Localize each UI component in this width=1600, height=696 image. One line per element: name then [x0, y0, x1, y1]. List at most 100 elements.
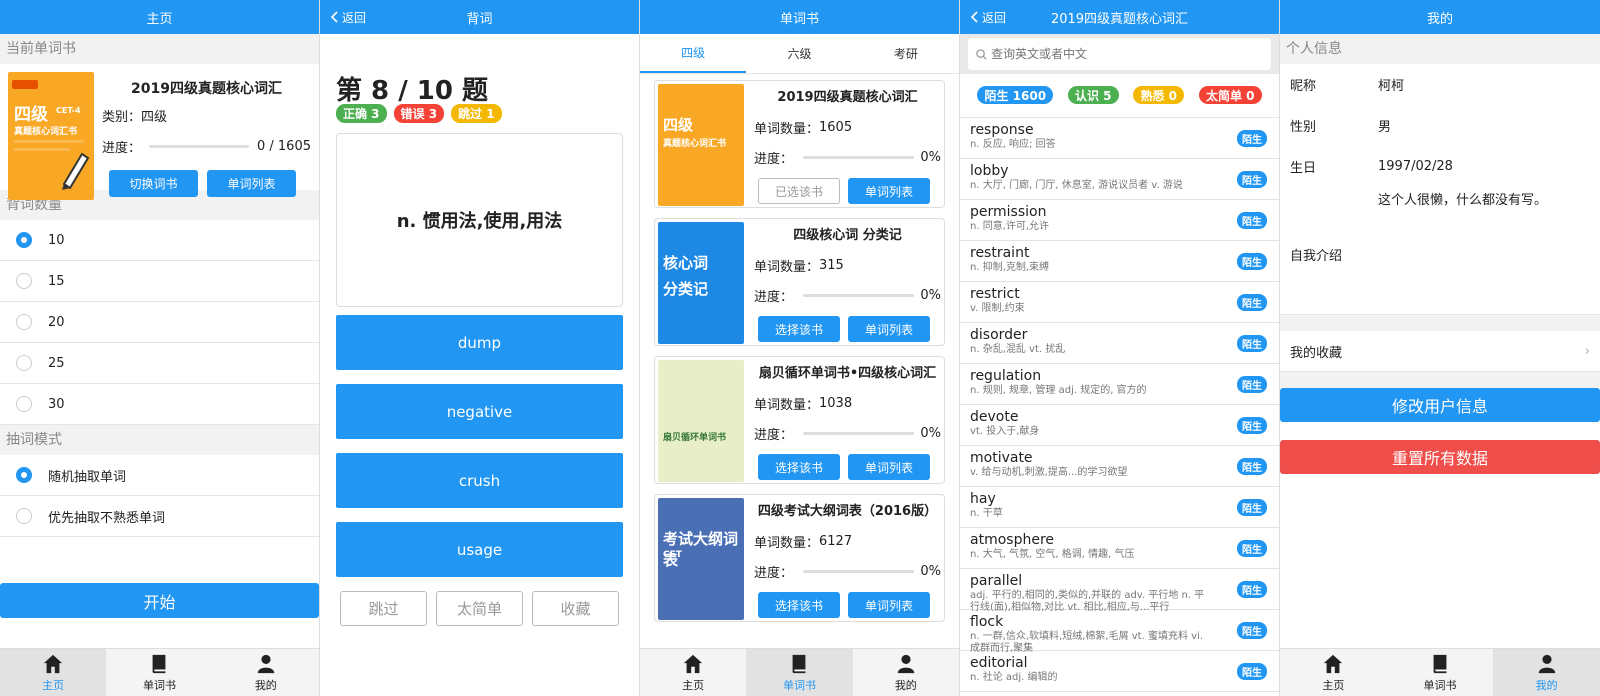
book-tab[interactable]: 考研 — [853, 34, 959, 73]
book-title: 2019四级真题核心词汇 — [777, 90, 918, 105]
stat-badge[interactable]: 认识 5 — [1068, 86, 1119, 104]
stat-badge[interactable]: 陌生 1600 — [977, 86, 1054, 104]
too-easy-button[interactable]: 太简单 — [436, 591, 523, 626]
status-badge: 陌生 — [1237, 253, 1267, 270]
gender-value[interactable]: 男 — [1378, 116, 1391, 135]
count-option[interactable]: 15 — [0, 261, 319, 302]
word-list-button[interactable]: 单词列表 — [848, 592, 930, 618]
word-meaning: vt. 投入于,献身 — [970, 426, 1040, 437]
word-text: devote — [970, 409, 1019, 425]
book-actions: 选择该书 单词列表 — [754, 454, 941, 480]
start-button[interactable]: 开始 — [0, 583, 319, 618]
count-option[interactable]: 30 — [0, 384, 319, 425]
book-actions: 选择该书 单词列表 — [754, 316, 941, 342]
word-list-button[interactable]: 单词列表 — [848, 178, 930, 204]
tab-books[interactable]: 单词书 — [106, 649, 212, 696]
answer-option[interactable]: dump — [336, 315, 623, 370]
tab-home[interactable]: 主页 — [0, 649, 107, 696]
birthday-value[interactable]: 1997/02/28 — [1378, 159, 1453, 174]
tab-mine[interactable]: 我的 — [1493, 649, 1600, 696]
word-list-button[interactable]: 单词列表 — [848, 454, 930, 480]
word-meaning: n. 大厅, 门廊, 门厅, 休息室, 游说议员者 v. 游说 — [970, 180, 1183, 191]
cover-subtitle: CET — [663, 550, 682, 560]
word-row[interactable]: disorder n. 杂乱,混乱 vt. 扰乱 陌生 — [960, 323, 1279, 364]
tab-mine[interactable]: 我的 — [213, 649, 319, 696]
mode-option[interactable]: 随机抽取单词 — [0, 455, 319, 496]
progress-label: 进度： — [102, 141, 142, 156]
word-row[interactable]: restrict v. 限制,约束 陌生 — [960, 282, 1279, 323]
count-label: 25 — [48, 355, 65, 371]
select-book-button[interactable]: 选择该书 — [758, 592, 840, 618]
word-row[interactable]: devote vt. 投入于,献身 陌生 — [960, 405, 1279, 446]
book-progress: 进度： 0% — [754, 418, 941, 448]
book-card: 四级 真题核心词汇书 2019四级真题核心词汇 单词数量： 1605 进度： 0% 已选该书单… — [654, 80, 945, 208]
count-label: 10 — [48, 232, 65, 248]
tab-books[interactable]: 单词书 — [1387, 649, 1494, 696]
word-row[interactable]: parallel adj. 平行的,相同的,类似的,并联的 adv. 平行地 n.… — [960, 569, 1279, 613]
word-list-button[interactable]: 单词列表 — [848, 316, 930, 342]
stat-badge[interactable]: 太简单 0 — [1198, 86, 1262, 104]
count-option[interactable]: 25 — [0, 343, 319, 384]
tab-mine[interactable]: 我的 — [853, 649, 959, 696]
book-tab[interactable]: 四级 — [640, 34, 747, 73]
nickname-label: 昵称 — [1290, 79, 1317, 94]
books-header: 单词书 — [640, 0, 959, 34]
word-meaning: n. 规则, 规章, 管理 adj. 规定的, 官方的 — [970, 385, 1147, 396]
word-row[interactable]: lobby n. 大厅, 门廊, 门厅, 休息室, 游说议员者 v. 游说 陌生 — [960, 159, 1279, 200]
book-tab[interactable]: 六级 — [746, 34, 852, 73]
word-text: permission — [970, 204, 1047, 220]
progress-value: 0% — [920, 149, 941, 165]
tab-home[interactable]: 主页 — [640, 649, 746, 696]
book-actions: 选择该书 单词列表 — [754, 592, 941, 618]
profile-section: 个人信息 — [1280, 34, 1600, 64]
word-list-button[interactable]: 单词列表 — [207, 170, 296, 197]
answer-option[interactable]: negative — [336, 384, 623, 439]
radio-icon — [16, 508, 32, 524]
word-count-label: 单词数量： — [754, 259, 820, 275]
edit-user-button[interactable]: 修改用户信息 — [1280, 388, 1600, 422]
tab-home[interactable]: 主页 — [1280, 649, 1387, 696]
nickname-value[interactable]: 柯柯 — [1378, 75, 1404, 94]
quiz-header: 返回 背词 — [320, 0, 639, 34]
word-text: disorder — [970, 327, 1028, 343]
stat-badge[interactable]: 熟悉 0 — [1133, 86, 1185, 104]
favorites-row[interactable]: 我的收藏 › — [1280, 331, 1600, 372]
favorite-button[interactable]: 收藏 — [532, 591, 619, 626]
reset-data-button[interactable]: 重置所有数据 — [1280, 440, 1600, 474]
search-input[interactable] — [991, 47, 1241, 61]
back-button[interactable]: 返回 — [970, 0, 1006, 34]
home-title: 主页 — [146, 11, 173, 27]
word-row[interactable]: motivate v. 给与动机,刺激,提高...的学习欲望 陌生 — [960, 446, 1279, 487]
word-text: regulation — [970, 368, 1042, 384]
mode-option[interactable]: 优先抽取不熟悉单词 — [0, 496, 319, 537]
word-row[interactable]: response n. 反应, 响应; 回答 陌生 — [960, 118, 1279, 159]
select-book-button[interactable]: 选择该书 — [758, 454, 840, 480]
cover-title: 核心词 — [663, 254, 709, 272]
answer-option[interactable]: usage — [336, 522, 623, 577]
count-option[interactable]: 20 — [0, 302, 319, 343]
back-button[interactable]: 返回 — [330, 0, 366, 34]
word-row[interactable]: atmosphere n. 大气, 气氛, 空气, 格调, 情趣, 气压 陌生 — [960, 528, 1279, 569]
book-progress: 进度： 0% — [754, 556, 941, 586]
intro-label: 自我介绍 — [1290, 249, 1343, 264]
word-row[interactable]: permission n. 同意,许可,允许 陌生 — [960, 200, 1279, 241]
switch-book-button[interactable]: 切换词书 — [109, 170, 198, 197]
tab-books[interactable]: 单词书 — [746, 649, 853, 696]
books-screen: 单词书 四级 六级 考研 四级 真题核心词汇书 2019四级真题核心词汇 单词数量： 160… — [640, 0, 960, 696]
status-badge: 陌生 — [1237, 499, 1267, 516]
radio-icon — [16, 273, 32, 289]
word-count-label: 单词数量： — [754, 121, 820, 137]
word-row[interactable]: editorial n. 社论 adj. 编辑的 陌生 — [960, 651, 1279, 692]
word-row[interactable]: flock n. 一群,信众,软填料,短绒,棉絮,毛屑 vt. 蜜填充料 vi. … — [960, 610, 1279, 654]
answer-option[interactable]: crush — [336, 453, 623, 508]
word-row[interactable]: hay n. 干草 陌生 — [960, 487, 1279, 528]
skip-button[interactable]: 跳过 — [340, 591, 427, 626]
word-row[interactable]: restraint n. 抑制,克制,束缚 陌生 — [960, 241, 1279, 282]
intro-textarea[interactable]: 这个人很懒，什么都没有写。 — [1378, 187, 1547, 314]
word-row[interactable]: regulation n. 规则, 规章, 管理 adj. 规定的, 官方的 陌生 — [960, 364, 1279, 405]
word-count: 单词数量： 315 — [754, 250, 941, 280]
select-book-button[interactable]: 选择该书 — [758, 316, 840, 342]
count-option[interactable]: 10 — [0, 220, 319, 261]
home-header: 主页 — [0, 0, 319, 34]
select-book-button[interactable]: 已选该书 — [758, 178, 840, 204]
